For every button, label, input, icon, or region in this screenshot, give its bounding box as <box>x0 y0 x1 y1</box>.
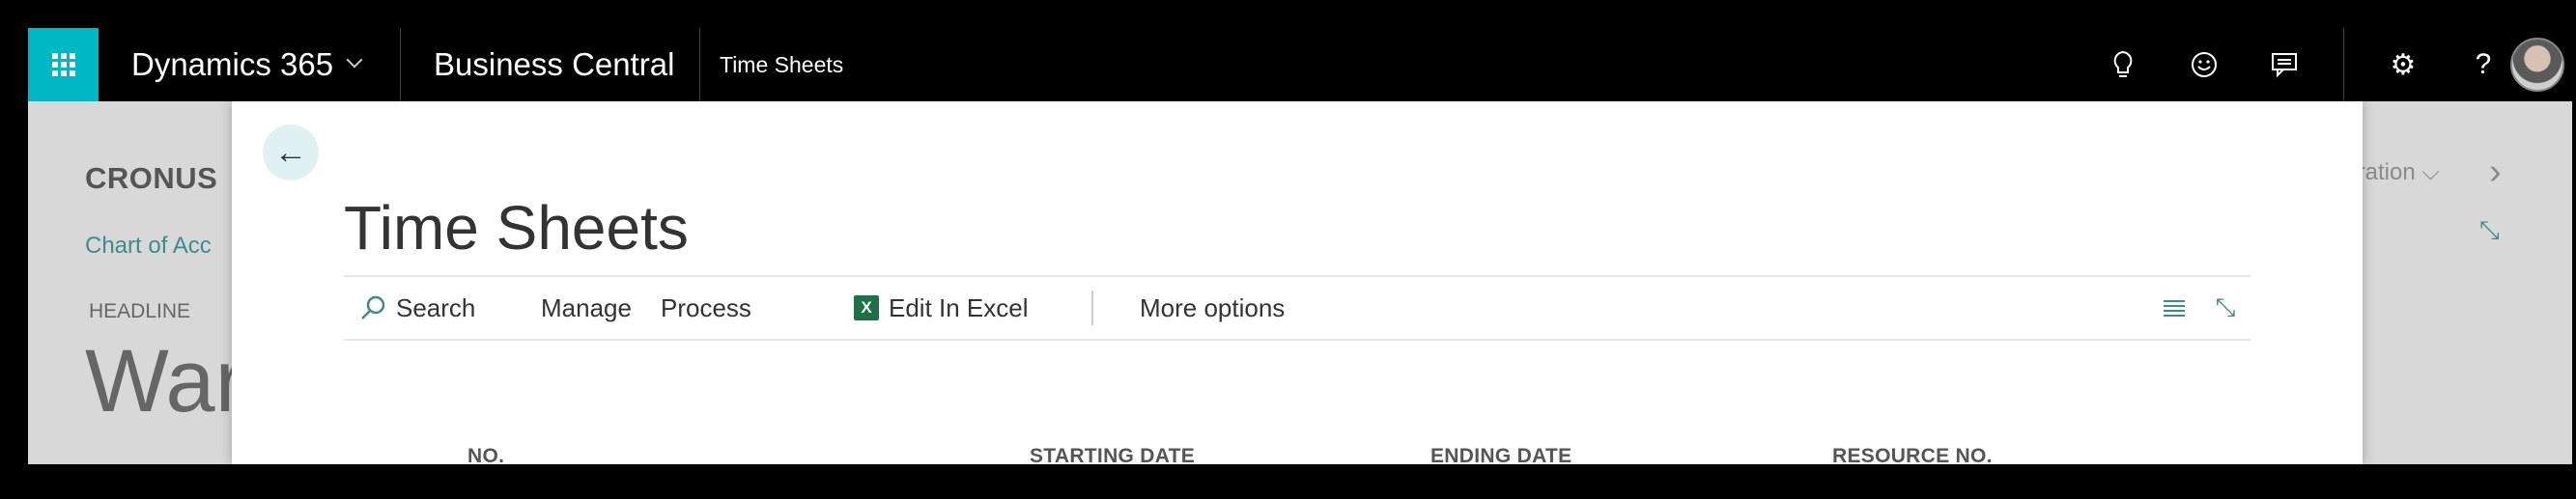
action-bar: Search Manage Process X Edit In Excel Mo… <box>344 275 2250 341</box>
product-menu[interactable]: Dynamics 365 <box>131 28 363 101</box>
company-name[interactable]: CRONUS <box>85 161 217 196</box>
divider <box>400 28 401 101</box>
lightbulb-icon[interactable] <box>2096 28 2150 101</box>
column-header-no[interactable]: NO. <box>467 445 504 464</box>
breadcrumb: Time Sheets <box>720 51 844 77</box>
manage-button[interactable]: Manage <box>541 277 632 339</box>
chevron-down-icon <box>346 51 363 69</box>
product-name: Dynamics 365 <box>131 46 334 82</box>
chart-of-accounts-link[interactable]: Chart of Acc <box>85 233 212 260</box>
smiley-icon[interactable] <box>2177 28 2231 101</box>
collapse-icon[interactable]: ⤡ <box>2479 215 2500 246</box>
page-title: Time Sheets <box>344 193 689 263</box>
back-arrow-icon[interactable]: ← <box>263 125 319 180</box>
list-view-icon[interactable] <box>2153 277 2195 339</box>
app-window: CRONUS Chart of Acc HEADLINE War tration… <box>28 28 2572 464</box>
column-header-resource-no[interactable]: RESOURCE NO. <box>1832 445 1993 464</box>
column-header-ending-date[interactable]: ENDING DATE <box>1430 445 1571 464</box>
time-sheets-page: ← Time Sheets Search Manage Process X Ed… <box>232 101 2363 464</box>
collapse-icon[interactable]: ⤡ <box>2204 277 2247 339</box>
role-center-menu[interactable]: tration ⌵ <box>2351 159 2440 186</box>
feedback-icon[interactable] <box>2257 28 2311 101</box>
excel-icon: X <box>854 295 879 320</box>
search-button[interactable]: Search <box>359 277 475 339</box>
avatar[interactable] <box>2510 38 2564 92</box>
search-label: Search <box>396 292 476 322</box>
help-icon[interactable]: ? <box>2456 28 2510 101</box>
chevron-right-icon[interactable]: › <box>2489 152 2502 193</box>
divider <box>1091 291 1093 325</box>
process-button[interactable]: Process <box>661 277 751 339</box>
edit-in-excel-label: Edit In Excel <box>889 292 1029 322</box>
divider <box>699 28 700 101</box>
waffle-icon[interactable] <box>28 28 99 101</box>
more-options-button[interactable]: More options <box>1140 277 1285 339</box>
top-bar: Dynamics 365 Business Central Time Sheet… <box>28 28 2572 101</box>
headline-text: War <box>85 332 245 430</box>
headline-label: HEADLINE <box>89 300 191 322</box>
app-name[interactable]: Business Central <box>434 28 674 101</box>
search-icon <box>359 294 386 321</box>
column-header-starting-date[interactable]: STARTING DATE <box>1030 445 1195 464</box>
divider <box>2343 28 2344 101</box>
gear-icon[interactable]: ⚙ <box>2376 28 2430 101</box>
edit-in-excel-button[interactable]: X Edit In Excel <box>854 277 1029 339</box>
